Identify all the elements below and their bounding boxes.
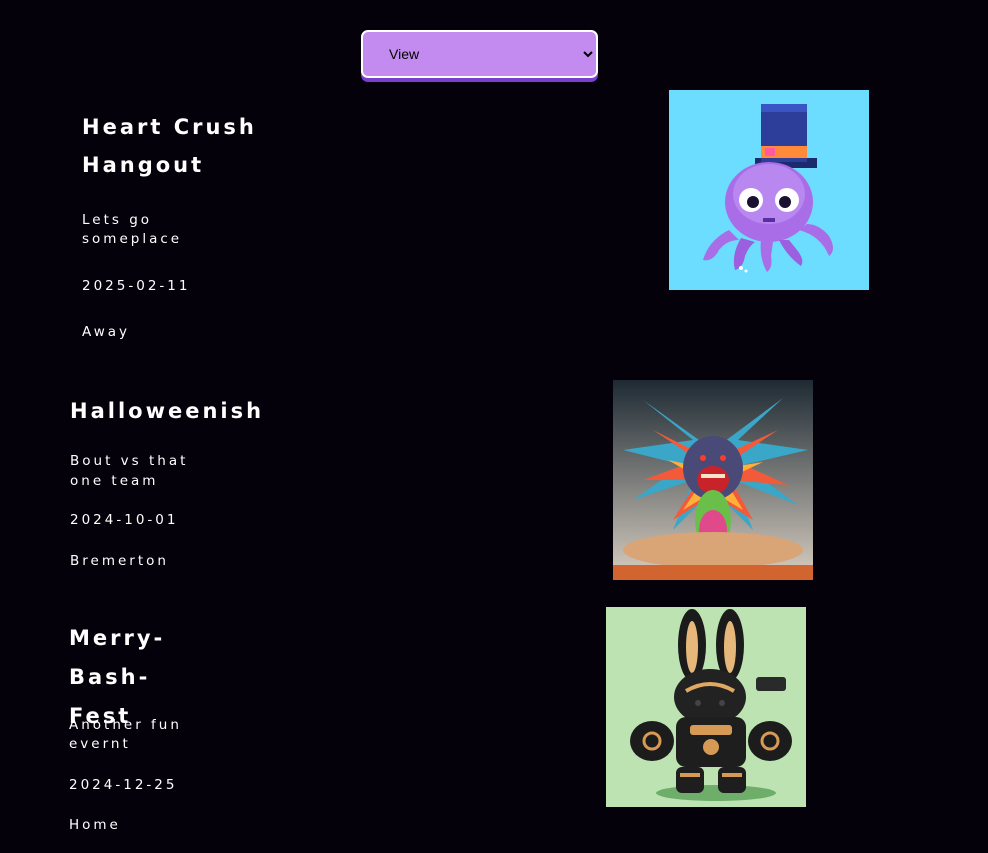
event-title: Heart Crush Hangout [82, 115, 257, 177]
event-location: Bremerton [70, 553, 169, 569]
event-description: Another fun evernt [69, 717, 182, 752]
event-card: Merry-Bash-Fest Another fun evernt 2024-… [69, 619, 269, 853]
event-card: Heart Crush Hangout Lets go someplace 20… [82, 108, 282, 358]
color-explosion-monster-image [613, 380, 813, 580]
event-location: Away [82, 324, 130, 340]
event-title: Halloweenish [70, 399, 265, 423]
robot-bunny-image [606, 607, 806, 807]
event-card: Halloweenish Bout vs that one team 2024-… [70, 392, 290, 592]
event-date: 2024-12-25 [69, 777, 178, 793]
octopus-top-hat-image [669, 90, 869, 290]
view-select[interactable]: View [361, 30, 598, 78]
event-location: Home [69, 817, 121, 833]
event-description: Lets go someplace [82, 212, 183, 247]
event-date: 2025-02-11 [82, 278, 191, 294]
event-date: 2024-10-01 [70, 512, 179, 528]
event-description: Bout vs that one team [70, 453, 189, 489]
